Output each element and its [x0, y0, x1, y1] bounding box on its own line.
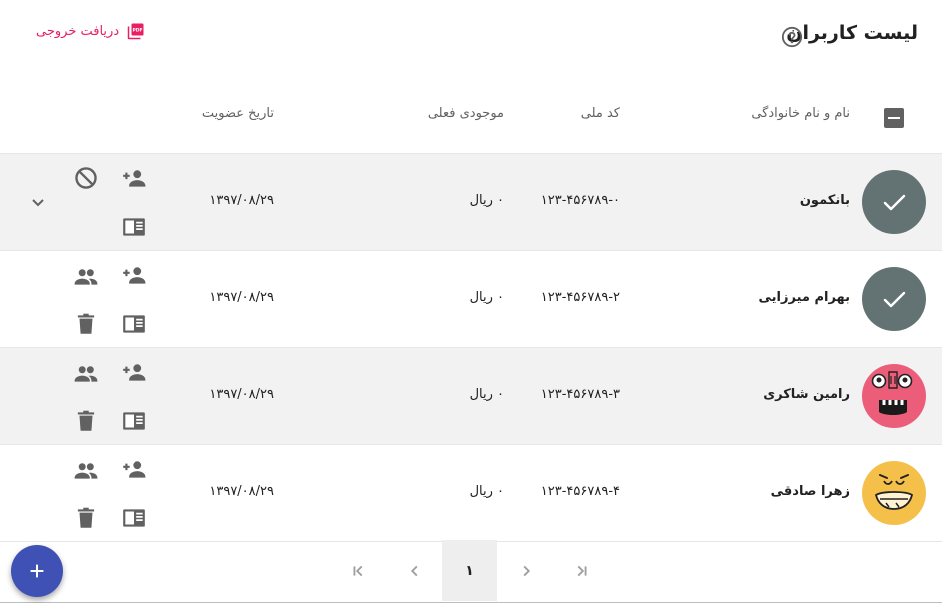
user-name: بهرام میرزایی — [758, 290, 850, 305]
page-title: لیست کاربران — [786, 22, 918, 44]
user-name: زهرا صادقی — [770, 484, 850, 499]
balance: ۰ ریال — [469, 193, 504, 208]
balance: ۰ ریال — [469, 387, 504, 402]
membership-date: ۱۳۹۷/۰۸/۲۹ — [209, 193, 274, 208]
table-row[interactable]: رامین شاکری ۱۲۳-۴۵۶۷۸۹-۳ ۰ ریال ۱۳۹۷/۰۸/… — [0, 348, 942, 445]
pagination: ۱ — [0, 540, 942, 603]
table-row[interactable]: زهرا صادقی ۱۲۳-۴۵۶۷۸۹-۴ ۰ ریال ۱۳۹۷/۰۸/۲… — [0, 445, 942, 542]
help-circle-icon[interactable] — [781, 26, 803, 48]
avatar-selected[interactable] — [862, 267, 926, 331]
last-page-icon[interactable] — [331, 540, 386, 601]
trash-icon[interactable] — [73, 408, 99, 434]
column-header-balance[interactable]: موجودی فعلی — [428, 106, 504, 121]
pink-face-icon — [871, 371, 913, 415]
national-code: ۱۲۳-۴۵۶۷۸۹-۳ — [540, 387, 620, 402]
details-icon[interactable] — [121, 311, 147, 337]
add-button[interactable] — [11, 545, 63, 597]
export-button[interactable]: دریافت خروجی PDF — [36, 22, 145, 40]
avatar[interactable] — [862, 461, 926, 525]
first-page-icon[interactable] — [553, 540, 608, 601]
pdf-icon: PDF — [127, 22, 145, 40]
balance: ۰ ریال — [469, 484, 504, 499]
national-code: ۱۲۳-۴۵۶۷۸۹-۲ — [540, 290, 620, 305]
select-all-checkbox[interactable] — [884, 108, 904, 128]
group-icon[interactable] — [73, 263, 99, 289]
block-icon[interactable] — [73, 165, 99, 191]
trash-icon[interactable] — [73, 311, 99, 337]
avatar-selected[interactable] — [862, 170, 926, 234]
page-header: لیست کاربران دریافت خروجی PDF — [0, 0, 942, 72]
check-icon — [883, 291, 906, 308]
current-page[interactable]: ۱ — [442, 540, 497, 601]
previous-page-icon[interactable] — [498, 540, 553, 601]
next-page-icon[interactable] — [387, 540, 442, 601]
add-user-icon[interactable] — [121, 262, 147, 288]
table-row[interactable]: بانکمون ۱۲۳-۴۵۶۷۸۹-۰ ۰ ریال ۱۳۹۷/۰۸/۲۹ — [0, 154, 942, 251]
chevron-down-icon[interactable] — [26, 190, 50, 214]
balance: ۰ ریال — [469, 290, 504, 305]
add-user-icon[interactable] — [121, 456, 147, 482]
user-name: رامین شاکری — [763, 387, 850, 402]
avatar[interactable] — [862, 364, 926, 428]
details-icon[interactable] — [121, 505, 147, 531]
table-header: نام و نام خانوادگی کد ملی موجودی فعلی تا… — [0, 72, 942, 154]
check-icon — [883, 194, 906, 211]
column-header-membership-date[interactable]: تاریخ عضویت — [202, 106, 274, 121]
add-user-icon[interactable] — [121, 165, 147, 191]
trash-icon[interactable] — [73, 505, 99, 531]
add-user-icon[interactable] — [121, 359, 147, 385]
details-icon[interactable] — [121, 408, 147, 434]
column-header-name[interactable]: نام و نام خانوادگی — [751, 106, 850, 121]
export-label: دریافت خروجی — [36, 23, 120, 39]
plus-icon — [30, 564, 44, 578]
membership-date: ۱۳۹۷/۰۸/۲۹ — [209, 387, 274, 402]
national-code: ۱۲۳-۴۵۶۷۸۹-۴ — [540, 484, 620, 499]
membership-date: ۱۳۹۷/۰۸/۲۹ — [209, 290, 274, 305]
user-name: بانکمون — [799, 193, 850, 208]
membership-date: ۱۳۹۷/۰۸/۲۹ — [209, 484, 274, 499]
yellow-face-icon — [874, 474, 914, 510]
details-icon[interactable] — [121, 214, 147, 240]
column-header-national-code[interactable]: کد ملی — [581, 106, 620, 121]
national-code: ۱۲۳-۴۵۶۷۸۹-۰ — [540, 193, 620, 208]
group-icon[interactable] — [73, 457, 99, 483]
svg-text:PDF: PDF — [133, 27, 143, 33]
table-row[interactable]: بهرام میرزایی ۱۲۳-۴۵۶۷۸۹-۲ ۰ ریال ۱۳۹۷/۰… — [0, 251, 942, 348]
group-icon[interactable] — [73, 360, 99, 386]
